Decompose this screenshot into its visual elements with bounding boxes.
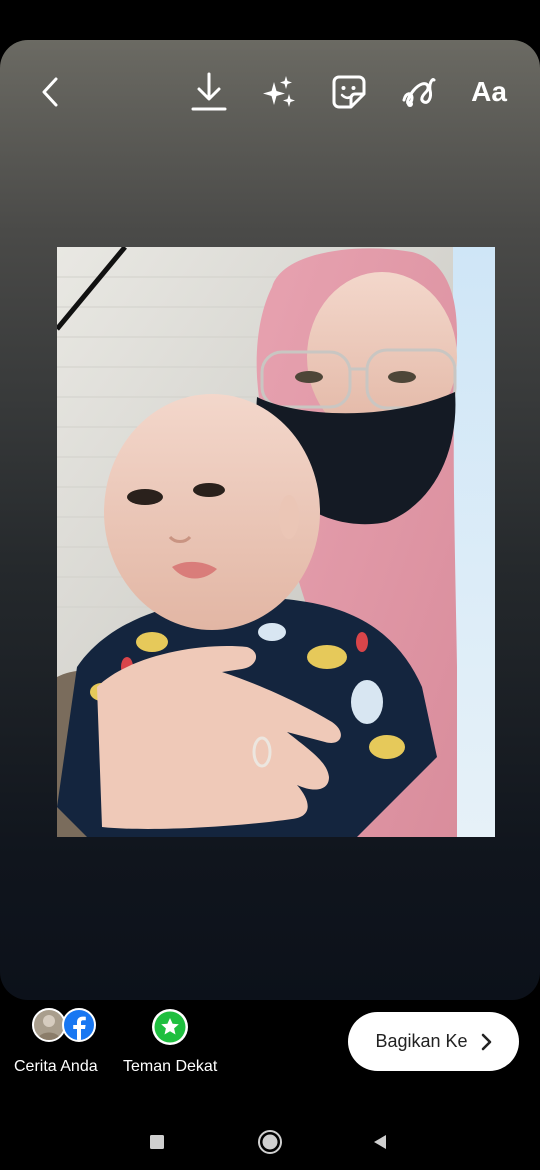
star-icon xyxy=(152,1009,189,1045)
back-button[interactable] xyxy=(28,70,72,114)
story-avatars xyxy=(22,1008,96,1046)
triangle-back-icon xyxy=(374,1135,386,1149)
text-tool-label: Aa xyxy=(471,76,507,107)
scribble-icon xyxy=(402,78,436,107)
share-to-label: Bagikan Ke xyxy=(375,1031,468,1051)
draw-button[interactable] xyxy=(397,70,441,114)
facebook-icon xyxy=(61,1008,96,1042)
chevron-right-icon xyxy=(481,1033,491,1050)
profile-avatar xyxy=(31,1008,66,1042)
chevron-left-icon xyxy=(42,77,58,107)
story-photo[interactable] xyxy=(57,247,495,837)
home-button[interactable] xyxy=(256,1128,284,1156)
share-close-friends[interactable]: Teman Dekat xyxy=(123,1008,217,1076)
effects-button[interactable] xyxy=(257,70,301,114)
sparkles-icon xyxy=(263,76,295,107)
share-your-story-label: Cerita Anda xyxy=(14,1058,98,1075)
home-circle-icon xyxy=(258,1130,282,1154)
photo-image xyxy=(57,247,495,837)
close-friends-badge xyxy=(151,1008,189,1046)
square-icon xyxy=(150,1135,164,1149)
share-your-story[interactable]: Cerita Anda xyxy=(14,1008,98,1076)
share-close-friends-label: Teman Dekat xyxy=(123,1058,218,1075)
download-button[interactable] xyxy=(187,70,231,114)
story-editor-canvas: Aa xyxy=(0,40,540,1000)
share-to-button[interactable]: Bagikan Ke xyxy=(348,1012,519,1071)
download-icon xyxy=(191,72,227,111)
recents-button[interactable] xyxy=(143,1128,171,1156)
sticker-button[interactable] xyxy=(327,70,371,114)
back-nav-button[interactable] xyxy=(366,1128,394,1156)
system-nav-bar xyxy=(0,1110,540,1170)
text-tool-button[interactable]: Aa xyxy=(466,70,512,114)
sticker-icon xyxy=(332,75,366,109)
